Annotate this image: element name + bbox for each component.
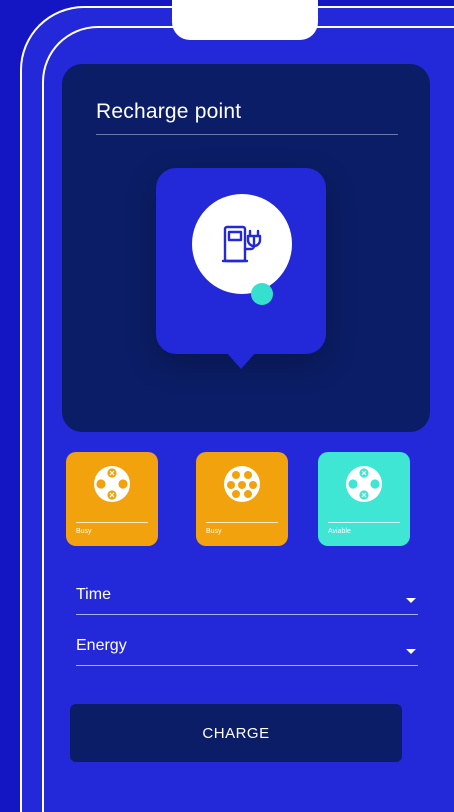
recharge-point-panel: Recharge point (62, 64, 430, 432)
card-divider (76, 522, 148, 523)
card-divider (328, 522, 400, 523)
type2-plug-icon (346, 466, 382, 502)
energy-label: Energy (76, 637, 127, 654)
phone-notch (172, 0, 318, 40)
panel-title: Recharge point (96, 100, 242, 123)
connector-card-2[interactable]: Busy (196, 452, 288, 546)
chevron-down-icon (406, 598, 416, 603)
charge-button[interactable]: CHARGE (70, 704, 402, 762)
connector-status: Aviable (328, 528, 351, 535)
station-pin[interactable] (156, 168, 326, 354)
pin-pointer (225, 351, 257, 369)
energy-select[interactable]: Energy (76, 637, 418, 666)
connector-card-1[interactable]: Busy (66, 452, 158, 546)
ccs-plug-icon (224, 466, 260, 502)
chevron-down-icon (406, 649, 416, 654)
connector-status: Busy (76, 528, 92, 535)
charging-station-icon (192, 194, 292, 294)
panel-divider (96, 134, 398, 135)
type2-plug-icon (94, 466, 130, 502)
time-label: Time (76, 586, 111, 603)
time-select[interactable]: Time (76, 586, 418, 615)
connector-status: Busy (206, 528, 222, 535)
card-divider (206, 522, 278, 523)
status-dot (251, 283, 273, 305)
connector-card-3[interactable]: Aviable (318, 452, 410, 546)
